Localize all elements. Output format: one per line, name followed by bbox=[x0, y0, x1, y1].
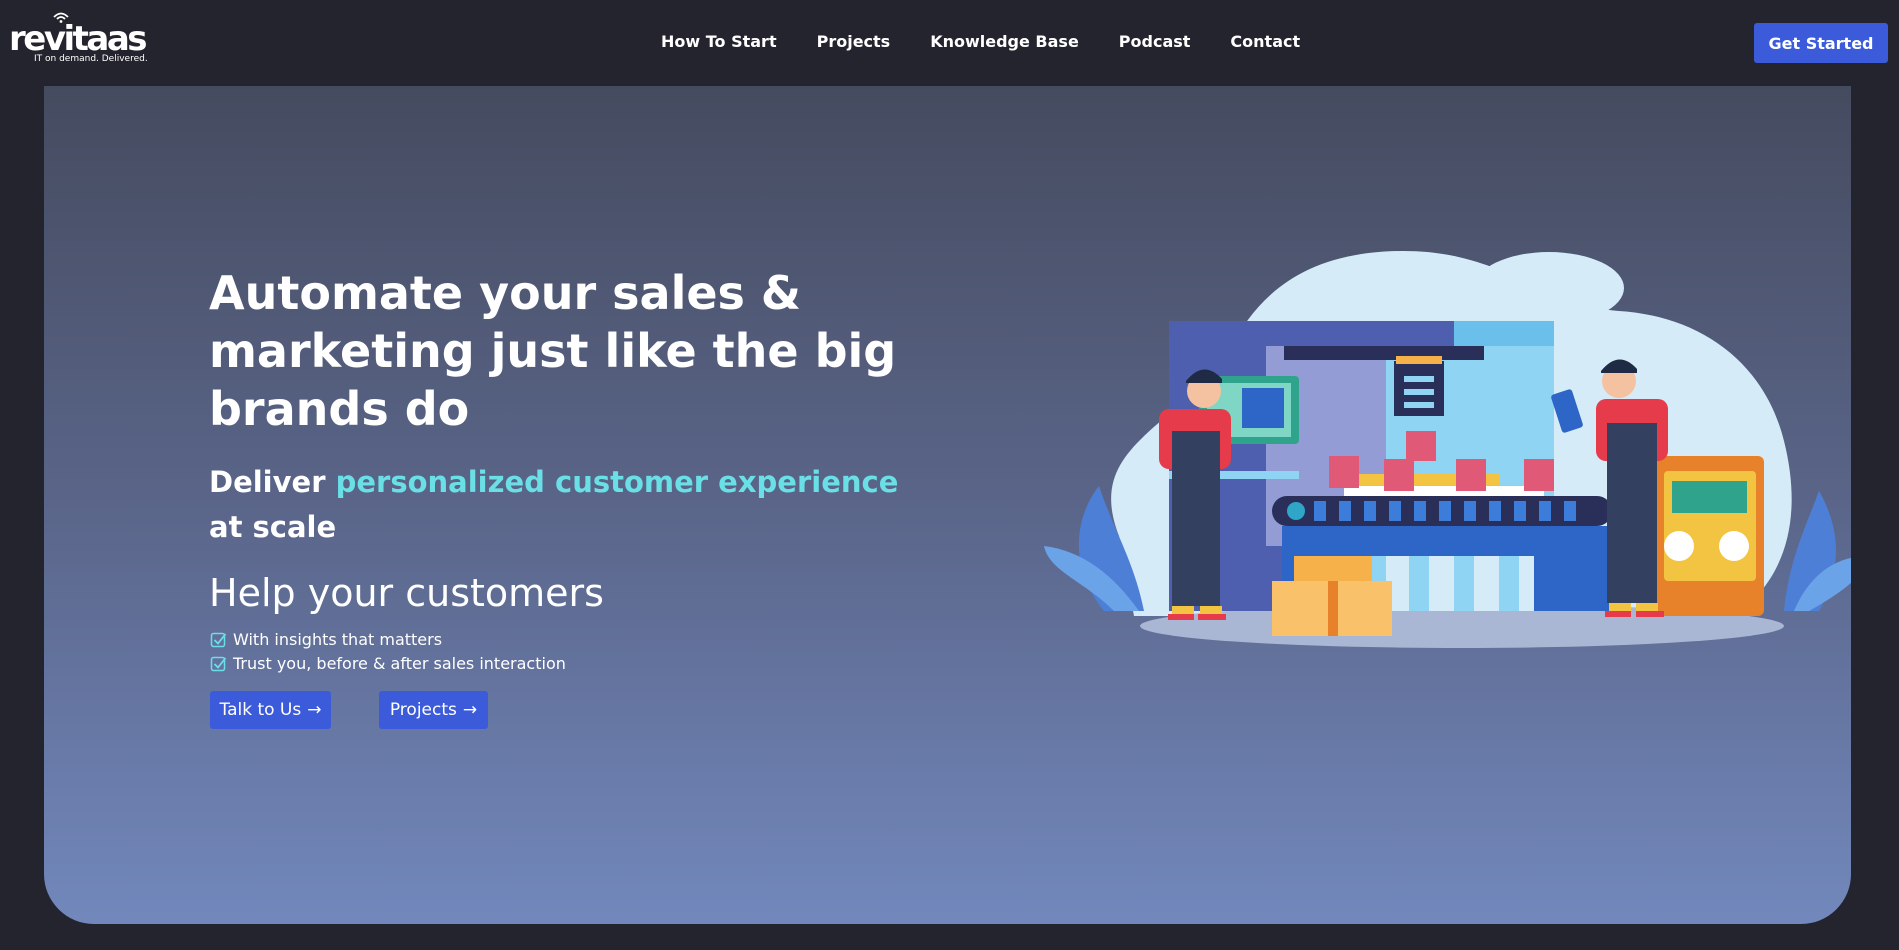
nav-podcast[interactable]: Podcast bbox=[1119, 32, 1191, 51]
help-title: Help your customers bbox=[209, 571, 604, 615]
get-started-button[interactable]: Get Started bbox=[1754, 23, 1888, 63]
list-item: With insights that matters bbox=[210, 627, 566, 651]
benefit-list: With insights that matters Trust you, be… bbox=[210, 627, 566, 675]
hero-section: Automate your sales & marketing just lik… bbox=[44, 86, 1851, 924]
check-icon bbox=[210, 656, 227, 671]
talk-label: Talk to Us bbox=[219, 700, 302, 720]
list-item: Trust you, before & after sales interact… bbox=[210, 651, 566, 675]
projects-label: Projects bbox=[389, 700, 457, 720]
arrow-right-icon: → bbox=[462, 700, 478, 720]
arrow-right-icon: → bbox=[307, 700, 322, 720]
brand-name: revitaas bbox=[9, 19, 148, 59]
brand-tagline: IT on demand. Delivered. bbox=[34, 54, 148, 64]
nav-knowledge-base[interactable]: Knowledge Base bbox=[930, 32, 1079, 51]
sub-prefix: Deliver bbox=[209, 465, 336, 499]
sub-suffix: at scale bbox=[209, 510, 337, 544]
brand-logo[interactable]: revitaas IT on demand. Delivered. bbox=[9, 10, 148, 70]
bullet-text: Trust you, before & after sales interact… bbox=[233, 653, 566, 673]
hero-headline: Automate your sales & marketing just lik… bbox=[209, 266, 897, 436]
hero-subheadline: Deliver personalized customer experience… bbox=[209, 460, 929, 550]
sub-highlight: personalized customer experience bbox=[335, 465, 899, 499]
check-icon bbox=[210, 632, 227, 647]
top-navbar: revitaas IT on demand. Delivered. How To… bbox=[0, 0, 1899, 86]
nav-projects[interactable]: Projects bbox=[817, 32, 891, 51]
nav-contact[interactable]: Contact bbox=[1230, 32, 1300, 51]
projects-button[interactable]: Projects → bbox=[379, 691, 488, 729]
main-nav: How To Start Projects Knowledge Base Pod… bbox=[661, 32, 1340, 51]
talk-to-us-button[interactable]: Talk to Us → bbox=[210, 691, 331, 729]
factory-illustration bbox=[1044, 251, 1851, 648]
bullet-text: With insights that matters bbox=[233, 629, 443, 649]
nav-how-to-start[interactable]: How To Start bbox=[661, 32, 777, 51]
